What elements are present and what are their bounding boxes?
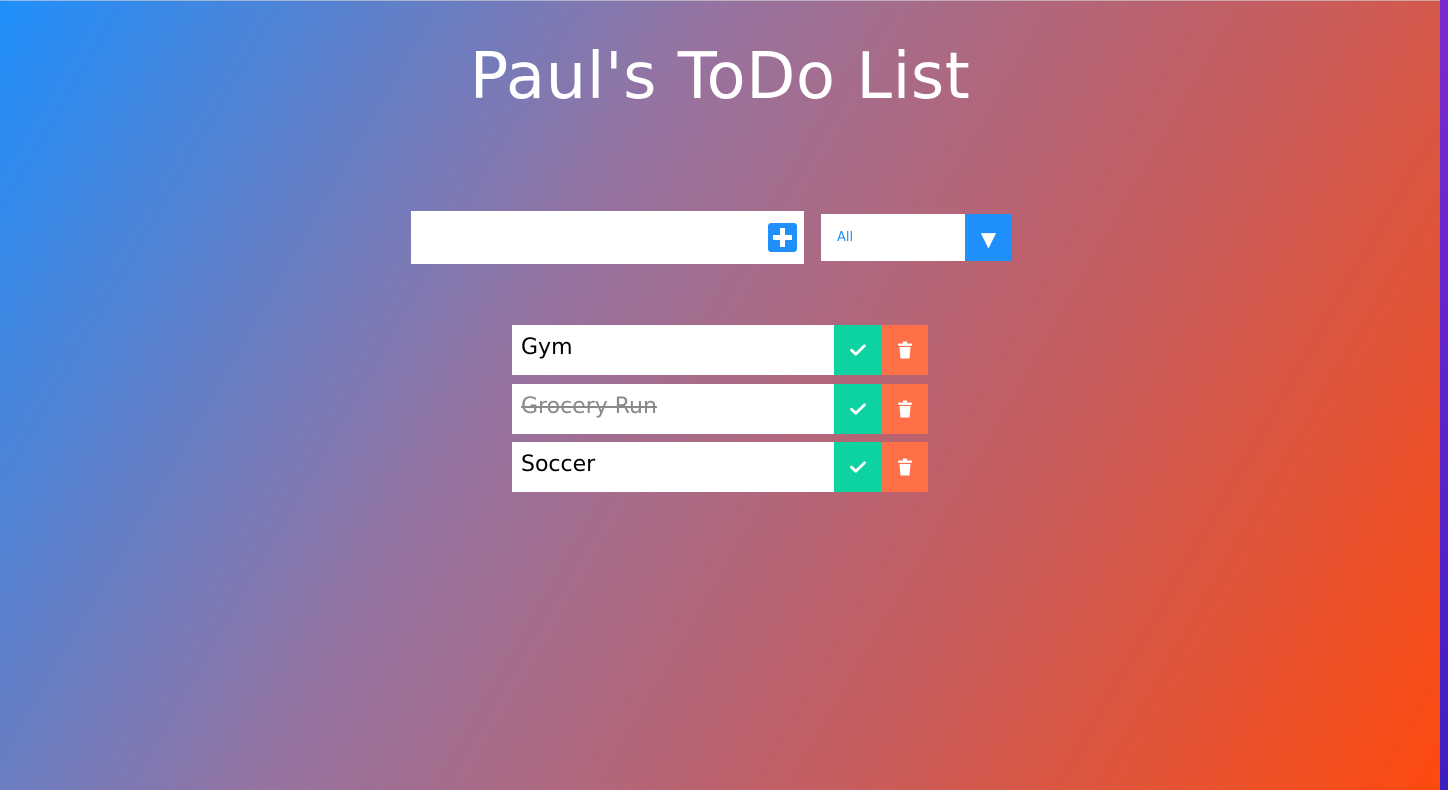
todo-input[interactable] (411, 211, 761, 264)
filter-select[interactable]: All ▼ (821, 214, 1012, 261)
page-title: Paul's ToDo List (469, 40, 971, 114)
delete-button[interactable] (882, 383, 928, 434)
add-todo-button[interactable] (768, 223, 797, 252)
todo-item: Soccer (512, 442, 928, 492)
top-border (0, 0, 1440, 1)
scrollbar-edge (1440, 0, 1448, 790)
delete-button[interactable] (882, 442, 928, 492)
todo-form (411, 211, 804, 264)
complete-button[interactable] (834, 442, 882, 492)
todo-item-text: Soccer (521, 452, 596, 477)
todo-item: Grocery Run (512, 383, 928, 434)
filter-selected-value: All (837, 230, 854, 245)
todo-item-text: Grocery Run (521, 393, 657, 419)
todo-item-text: Gym (521, 335, 573, 360)
complete-button[interactable] (834, 383, 882, 434)
todo-item: Gym (512, 325, 928, 375)
delete-button[interactable] (882, 325, 928, 375)
complete-button[interactable] (834, 325, 882, 375)
caret-down-icon[interactable]: ▼ (965, 214, 1012, 261)
todo-list: Gym Grocery Run Soccer (512, 325, 928, 501)
